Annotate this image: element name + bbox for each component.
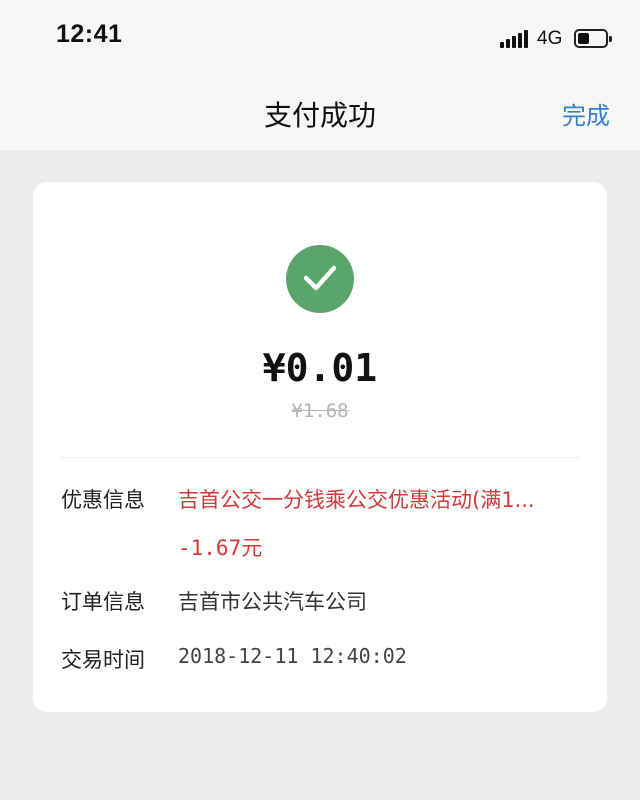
nav-bar: 支付成功 完成	[0, 70, 640, 150]
battery-icon	[574, 29, 612, 48]
order-value: 吉首市公共汽车公司	[178, 590, 367, 614]
discount-description: 吉首公交一分钱乘公交优惠活动(满1...	[178, 488, 535, 512]
status-bar: 12:41 4G	[0, 0, 640, 70]
status-time: 12:41	[56, 20, 123, 48]
transaction-time: 2018-12-11 12:40:02	[178, 644, 407, 668]
discount-amount: -1.67元	[178, 536, 263, 560]
discount-label: 优惠信息	[61, 488, 145, 512]
page-title: 支付成功	[263, 99, 376, 132]
divider	[61, 457, 579, 458]
check-circle-icon	[286, 245, 354, 313]
order-label: 订单信息	[61, 590, 145, 614]
payment-result-card: ¥0.01 ¥1.68 优惠信息 吉首公交一分钱乘公交优惠活动(满1... -1…	[33, 182, 607, 712]
original-amount: ¥1.68	[291, 400, 349, 422]
network-type: 4G	[537, 28, 563, 49]
signal-icon	[500, 30, 530, 48]
time-label: 交易时间	[61, 648, 145, 672]
done-button[interactable]: 完成	[562, 96, 610, 131]
paid-amount: ¥0.01	[262, 346, 378, 390]
